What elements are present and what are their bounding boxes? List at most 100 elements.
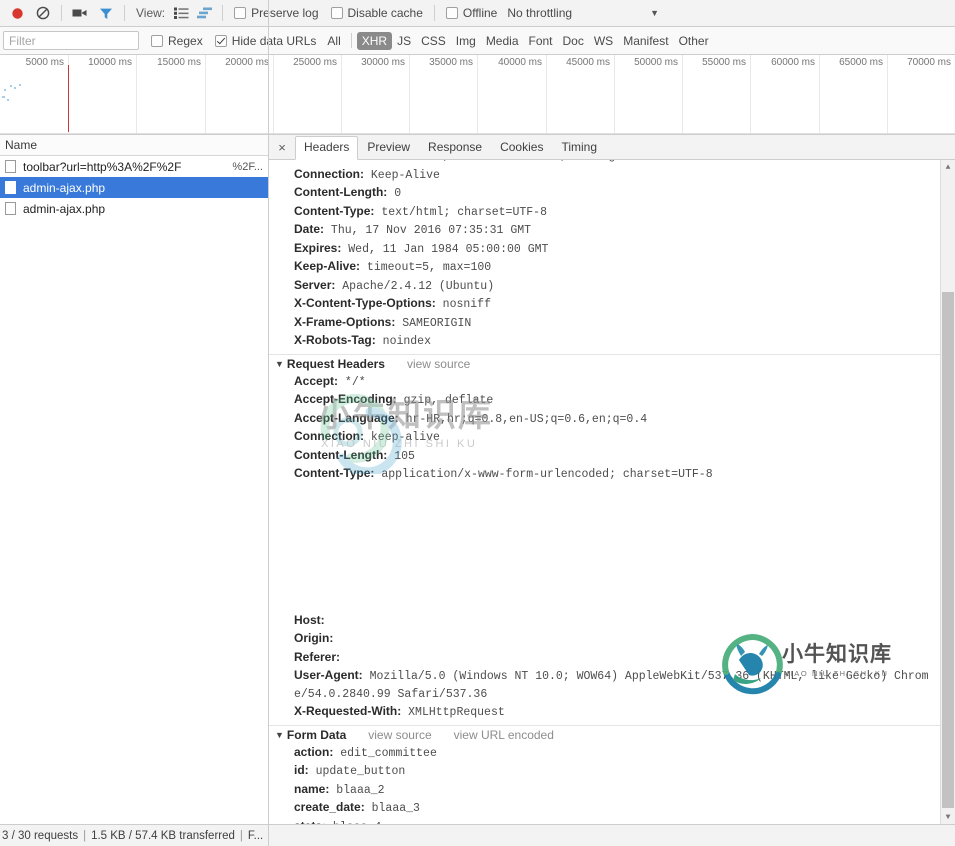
view-label: View: <box>136 6 166 20</box>
throttling-select[interactable]: No throttling ▼ <box>507 6 659 20</box>
header-key: Origin: <box>294 631 334 645</box>
request-row-toolbar[interactable]: toolbar?url=http%3A%2F%2F %2F... <box>0 156 268 177</box>
toolbar-divider-2 <box>124 5 125 21</box>
document-icon <box>5 202 16 215</box>
request-name: admin-ajax.php <box>23 201 106 216</box>
request-headers-list: Accept: */* Accept-Encoding: gzip, deflat… <box>269 373 940 484</box>
overview-gridline <box>205 55 206 134</box>
type-filter-css[interactable]: CSS <box>416 32 451 50</box>
view-waterfall-button[interactable] <box>193 2 217 24</box>
clear-button[interactable] <box>30 1 56 25</box>
header-value: edit_committee <box>333 746 437 760</box>
type-filter-manifest[interactable]: Manifest <box>618 32 673 50</box>
form-data-section-header[interactable]: ▼ Form Data view source view URL encoded <box>269 726 940 744</box>
header-value: Wed, 11 Jan 1984 05:00:00 GMT <box>341 242 549 256</box>
header-key: Referer: <box>294 649 341 664</box>
overview-tick-label: 70000 ms <box>907 57 951 68</box>
view-source-link[interactable]: view source <box>407 357 470 371</box>
scroll-up-arrow-icon[interactable]: ▲ <box>941 160 955 174</box>
request-name-tail: %2F... <box>232 160 263 173</box>
filter-input[interactable] <box>3 31 139 50</box>
response-header-row: Connection: Keep-Alive <box>269 166 940 185</box>
header-value: SAMEORIGIN <box>395 316 472 330</box>
header-value: XMLHttpRequest <box>401 706 505 719</box>
request-header-row: Accept: */* <box>269 373 940 392</box>
overview-gridline <box>136 55 137 134</box>
type-filter-img[interactable]: Img <box>451 32 481 50</box>
header-value: Mozilla/5.0 (Windows NT 10.0; WOW64) App… <box>294 670 929 701</box>
response-header-row: Server: Apache/2.4.12 (Ubuntu) <box>269 277 940 296</box>
request-header-row: Connection: keep-alive <box>269 428 940 447</box>
header-key: X-Frame-Options: <box>294 314 396 329</box>
close-detail-button[interactable]: × <box>273 138 291 156</box>
request-row-admin-ajax-selected[interactable]: admin-ajax.php <box>0 177 268 198</box>
regex-box <box>151 34 163 47</box>
status-requests: 3 / 30 requests <box>2 829 79 842</box>
header-key: Accept: <box>294 373 339 388</box>
scrollbar-thumb[interactable] <box>942 292 954 808</box>
view-list-button[interactable] <box>169 2 193 24</box>
disable-cache-checkbox[interactable]: Disable cache <box>330 6 423 20</box>
type-filter-other[interactable]: Other <box>674 32 714 50</box>
request-row-admin-ajax-2[interactable]: admin-ajax.php <box>0 198 268 219</box>
preserve-log-checkbox[interactable]: Preserve log <box>234 6 319 20</box>
detail-scrollbar[interactable]: ▲ ▼ <box>940 160 955 824</box>
type-filter-media[interactable]: Media <box>481 32 524 50</box>
regex-checkbox[interactable]: Regex <box>151 34 203 48</box>
request-header-row: Content-Length: 105 <box>269 447 940 466</box>
header-key: Content-Length: <box>294 185 388 199</box>
tab-response[interactable]: Response <box>419 136 491 159</box>
overview-event-dot <box>7 99 9 101</box>
type-filter-font[interactable]: Font <box>524 32 558 50</box>
tab-cookies[interactable]: Cookies <box>491 136 552 159</box>
type-filter-ws[interactable]: WS <box>589 32 618 50</box>
type-filter-all[interactable]: All <box>322 32 345 50</box>
header-key: Content-Length: <box>294 447 388 462</box>
header-value: blaaa_4 <box>326 821 381 825</box>
form-data-row: action: edit_committee <box>269 744 940 763</box>
overview-gridline <box>682 55 683 134</box>
form-data-row: create_date: blaaa_3 <box>269 799 940 818</box>
request-name: toolbar?url=http%3A%2F%2F <box>23 159 182 174</box>
type-filter-xhr[interactable]: XHR <box>356 31 393 50</box>
hide-data-urls-box <box>214 34 227 47</box>
type-filter-doc[interactable]: Doc <box>558 32 589 50</box>
triangle-down-icon: ▼ <box>275 729 284 740</box>
network-overview-timeline[interactable]: 5000 ms 10000 ms 15000 ms 20000 ms 25000 ms 3… <box>0 55 955 135</box>
overview-tick-label: 40000 ms <box>498 57 542 68</box>
clear-prohibited-icon <box>36 6 50 20</box>
devtools-network-panel: View: Preserve log Disable cache Offline… <box>0 0 955 846</box>
toolbar-divider-1 <box>61 5 62 21</box>
scroll-down-arrow-icon[interactable]: ▼ <box>941 810 955 824</box>
offline-checkbox[interactable]: Offline <box>445 6 497 20</box>
form-view-url-encoded-link[interactable]: view URL encoded <box>454 728 554 742</box>
header-value: h <box>333 633 347 646</box>
document-icon <box>5 181 16 194</box>
header-value: hr-HR,hr;q=0.8,en-US;q=0.6,en;q=0.4 <box>398 412 648 426</box>
overview-gridline <box>750 55 751 134</box>
request-header-row: Origin: h <box>269 630 940 649</box>
type-filter-js[interactable]: JS <box>392 32 416 50</box>
request-header-row: User-Agent: Mozilla/5.0 (Windows NT 10.0… <box>269 667 940 703</box>
request-headers-section-header[interactable]: ▼ Request Headers view source <box>269 355 940 373</box>
overview-tick-label: 45000 ms <box>566 57 610 68</box>
capture-screenshots-button[interactable] <box>67 1 93 25</box>
form-data-row: name: blaaa_2 <box>269 781 940 800</box>
tab-headers[interactable]: Headers <box>295 135 359 160</box>
overview-event-dot <box>19 84 21 86</box>
header-key: stats: <box>294 819 326 825</box>
filter-toggle-button[interactable] <box>93 1 119 25</box>
header-key: id: <box>294 763 309 777</box>
overview-gridline <box>887 55 888 134</box>
detail-tabstrip: × Headers Preview Response Cookies Timin… <box>269 135 955 160</box>
header-value <box>325 615 332 628</box>
form-data-list: action: edit_committee id: update_button n… <box>269 744 940 825</box>
main-split: Name toolbar?url=http%3A%2F%2F %2F... ad… <box>0 135 955 824</box>
hide-data-urls-checkbox[interactable]: Hide data URLs <box>214 34 316 48</box>
toolbar-divider-4 <box>433 5 435 21</box>
form-view-source-link[interactable]: view source <box>368 728 431 742</box>
record-button[interactable] <box>4 1 30 25</box>
overview-tick-label: 20000 ms <box>225 57 269 68</box>
tab-preview[interactable]: Preview <box>358 136 419 159</box>
tab-timing[interactable]: Timing <box>552 136 606 159</box>
